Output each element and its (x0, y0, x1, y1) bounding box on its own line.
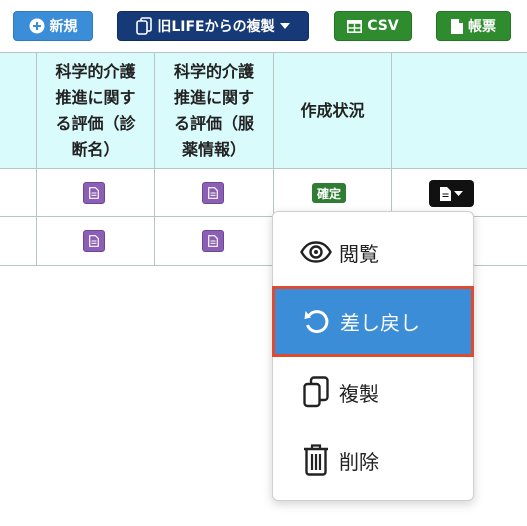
menu-item-return[interactable]: 差し戻し (272, 286, 474, 357)
document-icon (89, 187, 99, 199)
row-actions-dropdown: 閲覧 差し戻し 複製 削除 (272, 211, 474, 501)
menu-item-label: 削除 (339, 449, 379, 474)
menu-item-label: 複製 (339, 381, 379, 406)
header-line: 断名） (71, 139, 120, 159)
header-line: 作成状況 (300, 100, 365, 120)
row-actions-button[interactable] (429, 180, 474, 207)
medication-document-button[interactable] (202, 230, 224, 252)
header-line: 薬情報） (181, 139, 246, 159)
new-button[interactable]: 新規 (13, 11, 93, 41)
forms-button[interactable]: 帳票 (436, 11, 511, 41)
copy-icon (136, 17, 153, 35)
caret-down-icon (454, 191, 463, 196)
file-icon (451, 18, 463, 34)
eye-icon (299, 235, 333, 269)
menu-item-duplicate[interactable]: 複製 (273, 358, 473, 426)
plus-circle-icon (29, 18, 44, 34)
diagnosis-document-button[interactable] (83, 230, 105, 252)
header-line: 科学的介護 (173, 61, 254, 81)
medication-document-button[interactable] (202, 182, 224, 204)
file-icon (440, 186, 451, 201)
header-status: 作成状況 (274, 52, 391, 169)
table-icon (347, 19, 363, 33)
status-badge: 確定 (312, 183, 347, 203)
header-diagnosis-evaluation: 科学的介護 推進に関す る評価（診 断名） (37, 52, 154, 169)
copy-from-legacy-label: 旧LIFEからの複製 (157, 19, 275, 35)
menu-item-delete[interactable]: 削除 (273, 426, 473, 494)
caret-down-icon (279, 23, 290, 29)
menu-item-label: 差し戻し (340, 311, 420, 335)
trash-icon (299, 443, 333, 477)
copy-from-legacy-button[interactable]: 旧LIFEからの複製 (117, 11, 309, 41)
new-button-label: 新規 (49, 19, 78, 35)
document-icon (208, 187, 218, 199)
forms-button-label: 帳票 (468, 19, 496, 35)
csv-button[interactable]: CSV (334, 11, 412, 41)
header-medication-evaluation: 科学的介護 推進に関す る評価（服 薬情報） (155, 52, 273, 169)
document-icon (89, 235, 99, 247)
csv-button-label: CSV (367, 18, 399, 34)
diagnosis-document-button[interactable] (83, 182, 105, 204)
menu-item-view[interactable]: 閲覧 (273, 218, 473, 286)
document-icon (208, 235, 218, 247)
header-line: る評価（服 (173, 113, 254, 133)
header-line: 推進に関す (173, 87, 254, 107)
header-line: 推進に関す (55, 87, 136, 107)
copy-icon (299, 375, 333, 409)
undo-icon (300, 305, 334, 339)
header-line: 科学的介護 (55, 61, 136, 81)
menu-item-label: 閲覧 (339, 241, 379, 266)
header-line: る評価（診 (55, 113, 136, 133)
